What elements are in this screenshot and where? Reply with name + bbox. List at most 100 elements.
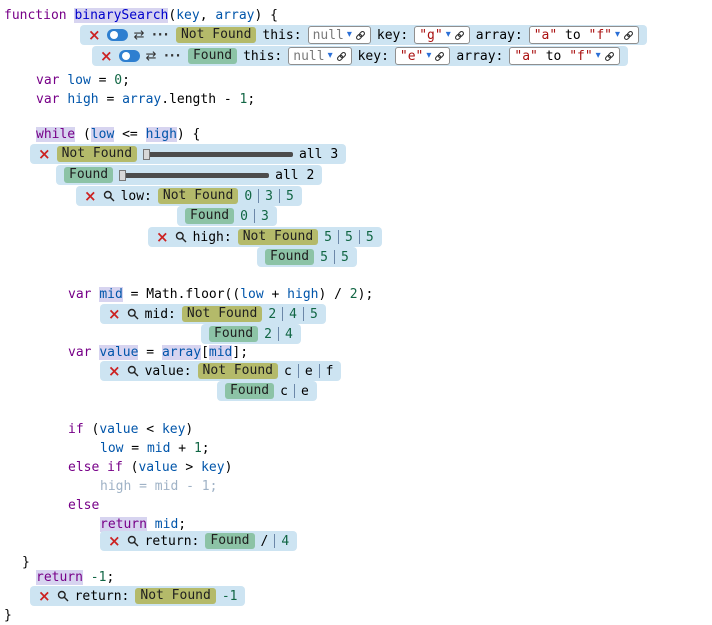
loop-slider-row-found: Found all 2 — [56, 165, 322, 185]
param-dropdown-array[interactable]: "a" to "f" ▾ — [529, 26, 639, 44]
token-number: -1 — [91, 570, 107, 585]
probe-values: cef — [284, 364, 333, 379]
probe-label: high: — [193, 230, 232, 245]
token-localvar: key — [176, 8, 199, 23]
token-plain: } — [22, 555, 30, 570]
example-name-badge[interactable]: Not Found — [176, 27, 256, 43]
token-plain: ; — [210, 479, 218, 494]
param-dropdown-this[interactable]: null ▾ — [308, 26, 371, 44]
token-keyword: else — [68, 460, 99, 475]
token-plain: ; — [122, 73, 130, 88]
example-active-toggle[interactable] — [119, 50, 140, 62]
close-icon[interactable]: × — [108, 364, 121, 379]
link-icon[interactable] — [454, 30, 465, 41]
token-localvar: key — [201, 460, 224, 475]
close-icon[interactable]: × — [88, 28, 101, 43]
link-icon[interactable] — [355, 30, 366, 41]
probe-row-return-final-not-found: × return: Not Found -1 — [30, 586, 245, 606]
close-icon[interactable]: × — [38, 147, 51, 162]
slider-handle[interactable] — [119, 170, 126, 181]
token-plain: ( — [75, 127, 91, 142]
toggle-knob — [122, 52, 130, 60]
code-line-var-mid: var mid = Math.floor((low + high) / 2); — [68, 285, 373, 304]
probe-row-value-found: Found ce — [217, 381, 317, 401]
code-line-close-fn: } — [4, 606, 12, 625]
close-icon[interactable]: × — [156, 230, 169, 245]
token-string: "f" — [569, 49, 592, 64]
param-label-this: this: — [262, 28, 301, 43]
link-icon[interactable] — [623, 30, 634, 41]
token-localvar: low — [100, 441, 123, 456]
code-line-var-low: var low = 0; — [36, 71, 130, 90]
more-options-icon[interactable]: ··· — [150, 28, 169, 43]
close-icon[interactable]: × — [100, 49, 113, 64]
token-plain: ; — [106, 570, 114, 585]
token-plain: + — [170, 441, 193, 456]
close-icon[interactable]: × — [84, 189, 97, 204]
close-icon[interactable]: × — [108, 307, 121, 322]
magnifier-icon — [175, 231, 187, 243]
code-line-low-assign: low = mid + 1; — [100, 439, 210, 458]
probe-values: -1 — [222, 589, 238, 604]
token-localvar: mid — [99, 287, 122, 302]
probe-value: 3 — [261, 209, 269, 224]
link-icon[interactable] — [434, 51, 445, 62]
token-keyword: if — [68, 422, 84, 437]
value-separator — [282, 307, 283, 321]
value-separator — [359, 230, 360, 244]
badge-found: Found — [185, 208, 234, 224]
badge-not-found: Not Found — [182, 306, 262, 322]
param-dropdown-array[interactable]: "a" to "f" ▾ — [509, 47, 619, 65]
example-active-toggle[interactable] — [107, 29, 128, 41]
code-editor: function binarySearch(key, array) { × ⇄ … — [0, 0, 712, 620]
probe-row-high-found: Found 55 — [257, 247, 357, 267]
token-null: null — [293, 49, 324, 64]
swap-arrows-icon[interactable]: ⇄ — [134, 29, 145, 42]
slider-handle[interactable] — [143, 149, 150, 160]
token-plain: ) / — [318, 287, 349, 302]
close-icon[interactable]: × — [38, 589, 51, 604]
code-line-function-signature: function binarySearch(key, array) { — [4, 6, 278, 25]
magnifier-icon — [127, 365, 139, 377]
param-dropdown-key[interactable]: "e" ▾ — [395, 47, 451, 65]
probe-value: c — [280, 384, 288, 399]
example-row-not-found: × ⇄ ··· Not Found this: null ▾ key: "g" … — [80, 25, 647, 45]
value-separator — [258, 189, 259, 203]
more-options-icon[interactable]: ··· — [162, 49, 181, 64]
probe-value: 2 — [264, 327, 272, 342]
token-keyword: while — [36, 127, 75, 142]
token-localvar: array — [162, 345, 201, 360]
token-number: 0 — [114, 73, 122, 88]
probe-values: 55 — [320, 250, 349, 265]
token-string: "f" — [589, 28, 612, 43]
link-icon[interactable] — [604, 51, 615, 62]
token-keyword: else — [68, 498, 99, 513]
token-plain: ; — [247, 92, 255, 107]
param-dropdown-this[interactable]: null ▾ — [288, 47, 351, 65]
token-plain: ) — [225, 460, 233, 475]
badge-found: Found — [64, 167, 113, 183]
token-plain: ) { — [177, 127, 200, 142]
token-plain: , — [200, 8, 216, 23]
probe-value: e — [301, 384, 309, 399]
param-dropdown-key[interactable]: "g" ▾ — [414, 26, 470, 44]
link-icon[interactable] — [336, 51, 347, 62]
probe-value: 2 — [268, 307, 276, 322]
badge-not-found: Not Found — [238, 229, 318, 245]
close-icon[interactable]: × — [108, 534, 121, 549]
token-keyword: if — [107, 460, 123, 475]
token-localvar: low — [91, 127, 114, 142]
iteration-slider[interactable] — [119, 173, 269, 178]
iteration-slider[interactable] — [143, 152, 293, 157]
probe-values: /4 — [261, 534, 290, 549]
probe-row-high-not-found: × high: Not Found 555 — [148, 227, 382, 247]
swap-arrows-icon[interactable]: ⇄ — [146, 50, 157, 63]
caret-down-icon: ▾ — [446, 30, 451, 40]
token-localvar: mid — [209, 345, 232, 360]
token-plain: ; — [202, 441, 210, 456]
example-name-badge[interactable]: Found — [188, 48, 237, 64]
token-plain: = — [123, 441, 146, 456]
token-plain — [147, 517, 155, 532]
probe-value: f — [326, 364, 334, 379]
probe-values: 24 — [264, 327, 293, 342]
